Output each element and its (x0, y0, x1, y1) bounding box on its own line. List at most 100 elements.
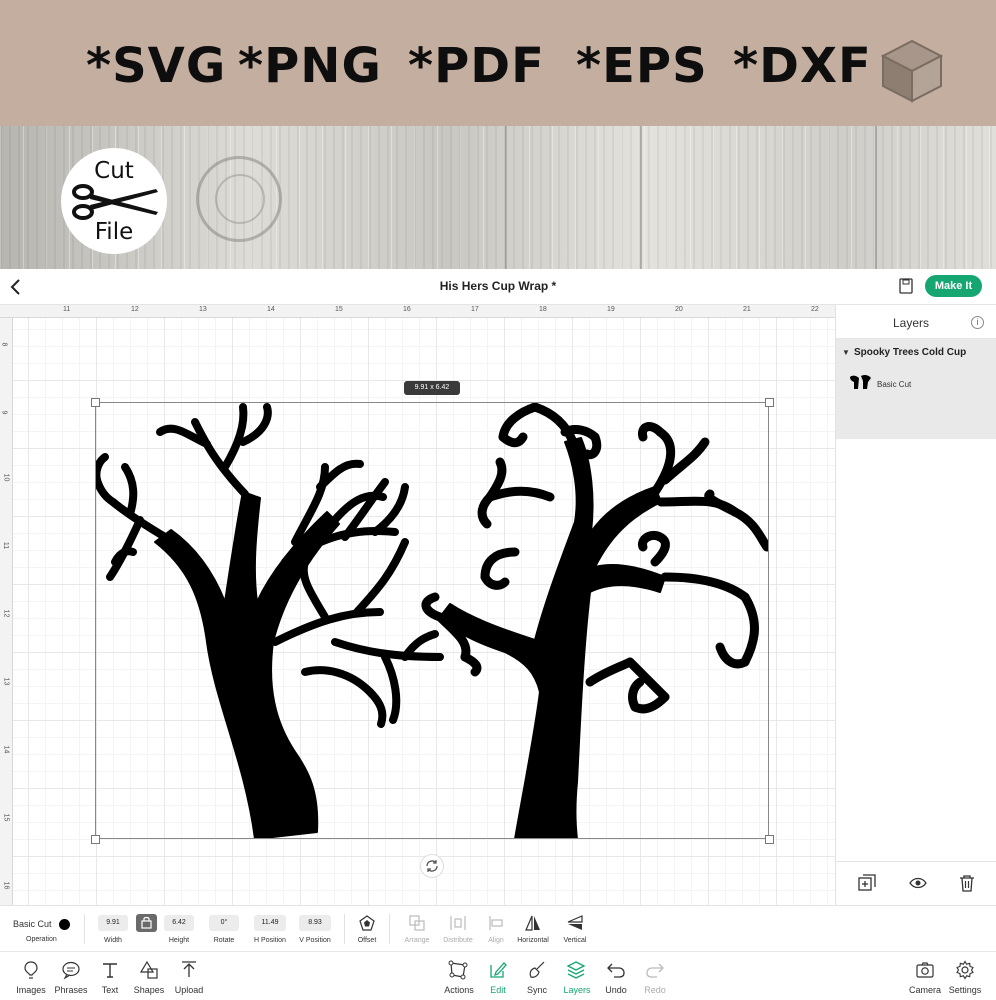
lock-icon[interactable] (136, 914, 157, 932)
ruler-tick: 16 (2, 881, 10, 890)
layers-header: Layers i (836, 305, 996, 339)
sync-label[interactable]: Sync (519, 985, 555, 995)
redo-label[interactable]: Redo (637, 985, 673, 995)
ruler-tick: 22 (811, 306, 819, 313)
ruler-tick: 21 (743, 306, 751, 313)
edit-toolbar: Basic Cut Operation 9.91 Width 6.42 Heig… (0, 905, 996, 951)
ruler-tick: 11 (63, 306, 71, 313)
ruler-vertical: 8 9 10 11 12 13 14 15 16 (0, 318, 13, 905)
rotate-icon (426, 860, 438, 872)
sync-icon[interactable] (527, 960, 547, 980)
images-label[interactable]: Images (11, 985, 51, 995)
hpos-field[interactable]: 11.49 (254, 915, 286, 931)
layers-title: Layers (892, 316, 930, 330)
ruler-tick: 9 (0, 410, 8, 415)
operation-value[interactable]: Basic Cut (13, 919, 52, 929)
camera-label[interactable]: Camera (905, 985, 945, 995)
resize-handle[interactable] (91, 835, 100, 844)
save-icon[interactable] (899, 278, 913, 294)
layer-group[interactable]: ▼ Spooky Trees Cold Cup Basic Cut (836, 339, 996, 439)
info-icon[interactable]: i (971, 316, 984, 329)
make-it-button[interactable]: Make It (925, 275, 982, 297)
distribute-label: Distribute (443, 937, 473, 944)
bottom-toolbar: Images Phrases Text Shapes Upload Action… (0, 951, 996, 1000)
text-label[interactable]: Text (92, 985, 128, 995)
height-label: Height (168, 937, 190, 944)
project-title: His Hers Cup Wrap * (439, 279, 557, 293)
shapes-icon[interactable] (139, 960, 159, 980)
align-icon[interactable] (487, 914, 505, 932)
ruler-tick: 12 (131, 306, 139, 313)
selection-box[interactable] (95, 402, 769, 839)
phrases-icon[interactable] (61, 960, 81, 980)
resize-handle[interactable] (91, 398, 100, 407)
ruler-tick: 15 (335, 306, 343, 313)
actions-label[interactable]: Actions (438, 985, 480, 995)
ruler-tick: 13 (2, 677, 10, 686)
layer-group-name: Spooky Trees Cold Cup (854, 347, 967, 358)
cube-icon (880, 39, 944, 103)
settings-label[interactable]: Settings (944, 985, 986, 995)
ruler-horizontal: 11 12 13 14 15 16 17 18 19 20 21 22 (0, 305, 835, 318)
align-label: Align (488, 937, 504, 944)
vertical-label: Vertical (563, 937, 587, 944)
layers-icon[interactable] (566, 960, 586, 980)
flip-horizontal-icon[interactable] (524, 914, 542, 932)
ruler-tick: 16 (403, 306, 411, 313)
ruler-tick: 15 (2, 813, 10, 822)
width-field[interactable]: 9.91 (98, 915, 128, 931)
rotate-field[interactable]: 0° (209, 915, 239, 931)
horizontal-label: Horizontal (517, 937, 549, 944)
layers-label[interactable]: Layers (558, 985, 596, 995)
rotate-label: Rotate (213, 937, 235, 944)
format-dxf: *DXF (733, 38, 872, 94)
format-eps: *EPS (576, 38, 708, 94)
redo-icon[interactable] (645, 960, 665, 980)
actions-icon[interactable] (448, 960, 468, 980)
duplicate-icon[interactable] (858, 874, 876, 892)
offset-label: Offset (357, 937, 377, 944)
top-bar: His Hers Cup Wrap * Make It (0, 269, 996, 305)
cut-file-badge: Cut File (61, 148, 167, 254)
shapes-label[interactable]: Shapes (130, 985, 168, 995)
text-icon[interactable] (100, 960, 120, 980)
images-icon[interactable] (21, 960, 41, 980)
resize-handle[interactable] (765, 398, 774, 407)
format-png: *PNG (238, 38, 382, 94)
caret-down-icon[interactable]: ▼ (842, 348, 850, 357)
edit-icon[interactable] (488, 960, 508, 980)
ruler-tick: 8 (0, 342, 8, 347)
camera-icon[interactable] (915, 960, 935, 980)
phrases-label[interactable]: Phrases (50, 985, 92, 995)
badge-file-text: File (94, 219, 134, 245)
settings-icon[interactable] (955, 960, 975, 980)
undo-label[interactable]: Undo (598, 985, 634, 995)
ruler-tick: 19 (607, 306, 615, 313)
ruler-tick: 14 (2, 745, 10, 754)
resize-handle[interactable] (765, 835, 774, 844)
edit-label[interactable]: Edit (480, 985, 516, 995)
hpos-label: H Position (254, 937, 286, 944)
format-banner: *SVG *PNG *PDF *EPS *DXF (0, 0, 996, 126)
undo-icon[interactable] (606, 960, 626, 980)
offset-icon[interactable] (358, 914, 376, 932)
height-field[interactable]: 6.42 (164, 915, 194, 931)
upload-label[interactable]: Upload (170, 985, 208, 995)
vpos-field[interactable]: 8.93 (299, 915, 331, 931)
upload-icon[interactable] (179, 960, 199, 980)
distribute-icon[interactable] (449, 914, 467, 932)
flip-vertical-icon[interactable] (566, 914, 584, 932)
arrange-icon[interactable] (408, 914, 426, 932)
selection-dimensions: 9.91 x 6.42 (404, 381, 460, 395)
trash-icon[interactable] (958, 874, 976, 892)
layers-panel: Layers i ▼ Spooky Trees Cold Cup Basic C… (835, 305, 996, 905)
ruler-tick: 13 (199, 306, 207, 313)
eye-icon[interactable] (909, 874, 927, 892)
rotate-handle[interactable] (420, 854, 444, 878)
badge-cut-text: Cut (94, 158, 134, 184)
arrange-label: Arrange (404, 937, 430, 944)
format-pdf: *PDF (408, 38, 545, 94)
ruler-tick: 18 (539, 306, 547, 313)
layer-name: Basic Cut (877, 380, 912, 389)
color-swatch[interactable] (59, 919, 70, 930)
